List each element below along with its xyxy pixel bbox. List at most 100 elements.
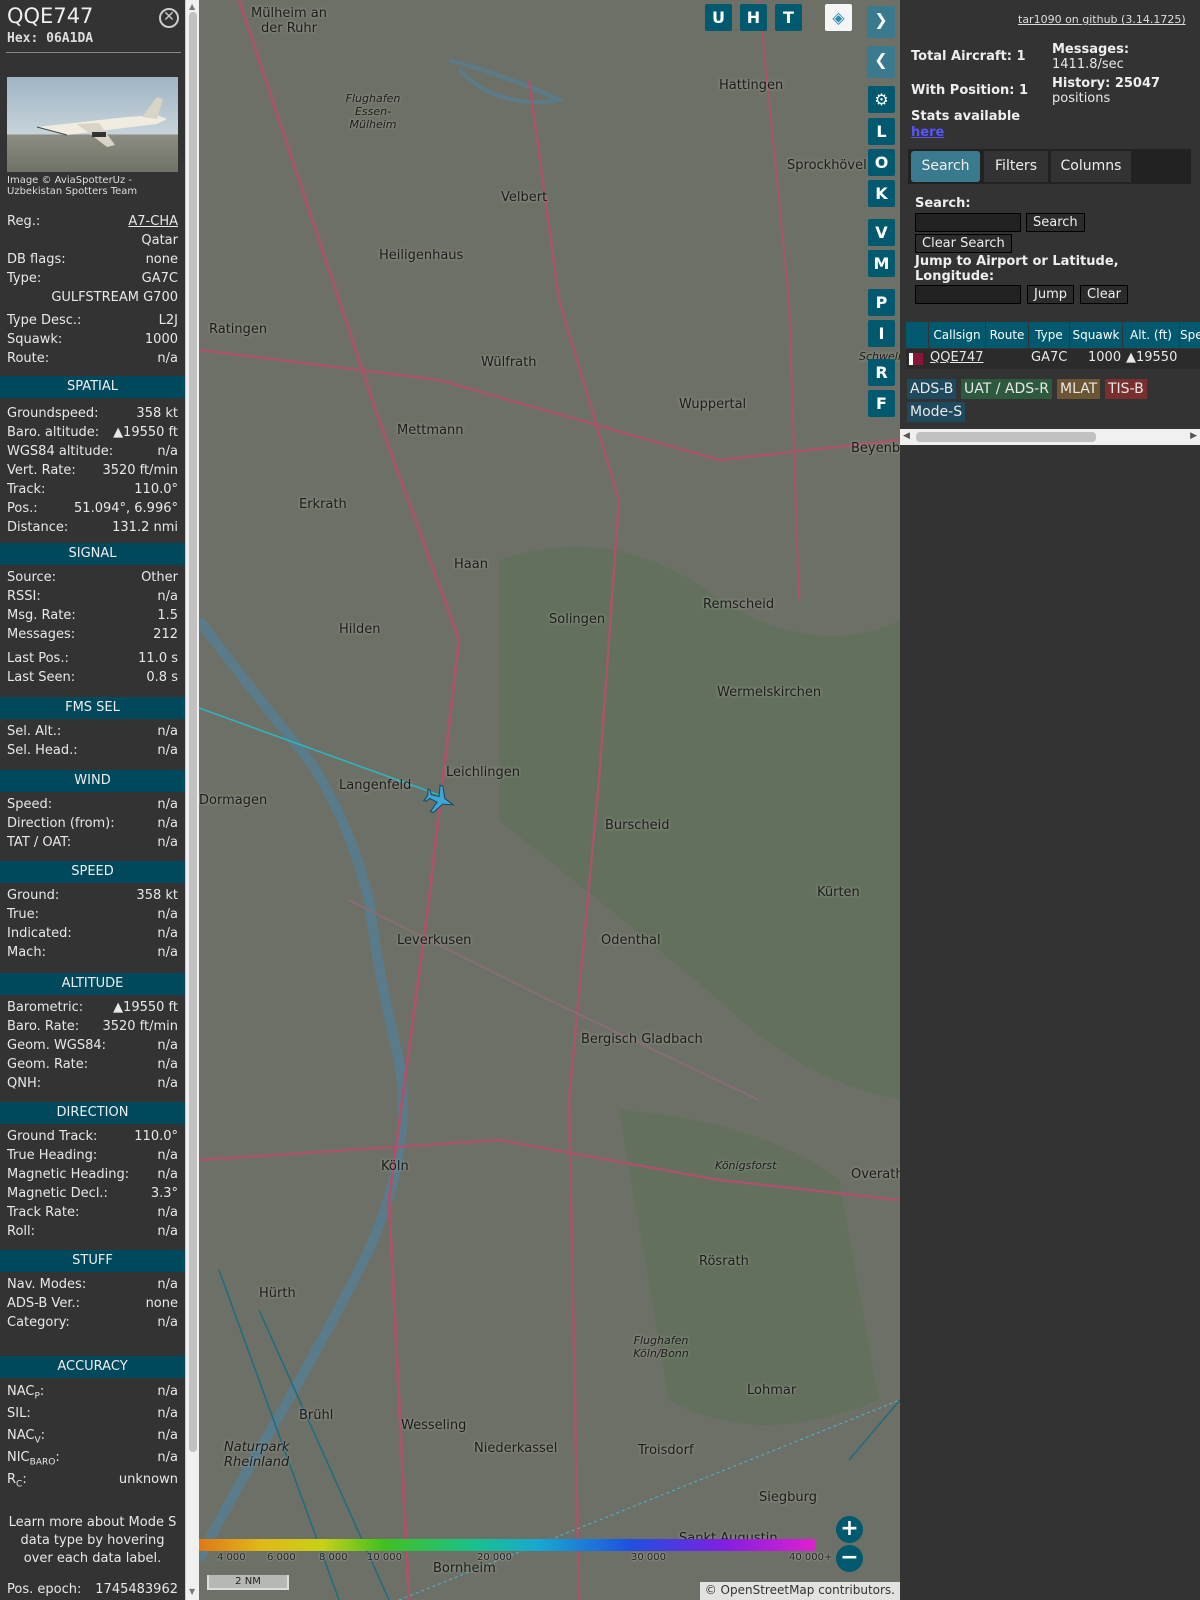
qatar-flag-icon (909, 353, 923, 365)
map-button-o[interactable]: O (868, 149, 895, 176)
history-label: History: 25047 (1052, 76, 1161, 91)
divider (6, 52, 181, 53)
col-callsign[interactable]: Callsign (929, 322, 985, 348)
map-button-h[interactable]: H (740, 4, 767, 31)
wind-row: TAT / OAT: n/a (7, 835, 178, 850)
aircraft-photo[interactable] (7, 77, 178, 172)
total-aircraft: Total Aircraft: 1 (911, 49, 1026, 64)
altitude-scale-tick: 4 000 (217, 1552, 246, 1563)
map-button-u[interactable]: U (705, 4, 732, 31)
aircraft-details-panel: QQE747 ✕ Hex: 06A1DA Image © AviaSpotter… (0, 0, 185, 1600)
fms-row: Sel. Alt.: n/a (7, 724, 178, 739)
spatial-row: Baro. altitude: ▲19550 ft (7, 425, 178, 440)
row-altitude: ▲19550 (1126, 350, 1178, 365)
zoom-in-icon[interactable]: + (836, 1516, 863, 1543)
collapse-left-icon[interactable]: ❮ (867, 46, 895, 78)
map-place-label: Lohmar (747, 1383, 797, 1398)
jump-button[interactable]: Jump (1027, 285, 1074, 304)
stats-here-link[interactable]: here (911, 125, 944, 140)
section-header-altitude[interactable]: ALTITUDE (0, 973, 185, 995)
section-header-accuracy[interactable]: ACCURACY (0, 1356, 185, 1378)
jump-input[interactable] (915, 285, 1021, 304)
map-attribution[interactable]: © OpenStreetMap contributors. (699, 1582, 900, 1600)
direction-row: True Heading: n/a (7, 1148, 178, 1163)
col-altitude[interactable]: Alt. (ft) (1123, 322, 1179, 348)
signal-row: Last Seen: 0.8 s (7, 670, 178, 685)
altitude-scale-tick: 6 000 (267, 1552, 296, 1563)
speed-row: Indicated: n/a (7, 926, 178, 941)
map-place-label: Wuppertal (679, 397, 747, 412)
section-header-stuff[interactable]: STUFF (0, 1250, 185, 1272)
with-position: With Position: 1 (911, 83, 1029, 98)
reg-link[interactable]: A7-CHA (128, 212, 178, 231)
zoom-out-icon[interactable]: − (836, 1545, 863, 1572)
stats-available: Stats available (911, 109, 1021, 124)
settings-gear-icon[interactable]: ⚙ (868, 86, 895, 113)
dbflags-row: DB flags: none (7, 252, 178, 267)
scrollbar-thumb[interactable] (189, 12, 197, 1452)
table-header-flag (906, 322, 928, 348)
map-scale-bar: 2 NM (207, 1575, 289, 1590)
map-place-label: Troisdorf (638, 1443, 694, 1458)
signal-row: Msg. Rate: 1.5 (7, 608, 178, 623)
map-place-label: Königsforst (715, 1159, 777, 1172)
map-button-l[interactable]: L (868, 118, 895, 145)
altitude-row: Barometric: ▲19550 ft (7, 1000, 178, 1015)
map-place-label: Bergisch Gladbach (581, 1032, 703, 1047)
map-place-label: Brühl (299, 1408, 334, 1423)
map-button-r[interactable]: R (868, 359, 895, 386)
map-place-label: Hilden (339, 622, 381, 637)
map-button-t[interactable]: T (775, 4, 802, 31)
tab-search[interactable]: Search (911, 151, 980, 182)
wind-row: Direction (from): n/a (7, 816, 178, 831)
col-type[interactable]: Type (1029, 322, 1069, 348)
tab-filters[interactable]: Filters (984, 151, 1048, 182)
accuracy-row: RC: unknown (7, 1472, 178, 1490)
section-header-signal[interactable]: SIGNAL (0, 543, 185, 565)
map-button-p[interactable]: P (868, 289, 895, 316)
altitude-row: Baro. Rate: 3520 ft/min (7, 1019, 178, 1034)
table-scrollbar[interactable]: ◀ ▶ (900, 429, 1200, 445)
history-value: positions (1052, 91, 1111, 106)
row-callsign[interactable]: QQE747 (930, 350, 984, 365)
callsign-title: QQE747 (7, 4, 94, 28)
altitude-color-scale (199, 1539, 816, 1551)
map-place-label: Kürten (817, 885, 860, 900)
col-speed[interactable]: Spe (1180, 322, 1200, 348)
map-button-f[interactable]: F (868, 390, 895, 417)
tab-columns[interactable]: Columns (1051, 151, 1131, 182)
clear-button[interactable]: Clear (1080, 285, 1128, 304)
close-icon[interactable]: ✕ (159, 8, 179, 28)
map-button-m[interactable]: M (868, 250, 895, 277)
map-place-label: Odenthal (601, 933, 661, 948)
altitude-row: Geom. WGS84: n/a (7, 1038, 178, 1053)
section-header-fms[interactable]: FMS SEL (0, 697, 185, 719)
map-place-label: Leichlingen (446, 765, 520, 780)
section-header-direction[interactable]: DIRECTION (0, 1102, 185, 1124)
section-header-wind[interactable]: WIND (0, 770, 185, 792)
accuracy-row: NACP: n/a (7, 1384, 178, 1402)
map-view[interactable]: Mülheim an der Ruhr Hattingen Sprockhövel V… (199, 0, 900, 1600)
expand-right-icon[interactable]: ❯ (867, 6, 895, 38)
search-input[interactable] (915, 213, 1021, 232)
map-place-label: Köln (381, 1159, 409, 1174)
messages-rate: 1411.8/sec (1052, 57, 1124, 72)
map-button-v[interactable]: V (868, 219, 895, 246)
search-button[interactable]: Search (1026, 213, 1085, 232)
sidebar-scrollbar[interactable]: ▲ ▼ (185, 0, 199, 1600)
map-button-k[interactable]: K (868, 180, 895, 207)
map-place-label: Erkrath (299, 497, 347, 512)
layers-icon[interactable]: ◈ (825, 4, 852, 31)
map-place-label: Hürth (259, 1286, 296, 1301)
map-place-label: Wermelskirchen (717, 685, 822, 700)
map-button-i[interactable]: I (868, 320, 895, 347)
clear-search-button[interactable]: Clear Search (915, 234, 1012, 253)
section-header-speed[interactable]: SPEED (0, 861, 185, 883)
col-squawk[interactable]: Squawk (1070, 322, 1122, 348)
table-row[interactable]: QQE747 GA7C 1000 ▲19550 (906, 349, 1200, 369)
github-link[interactable]: tar1090 on github (3.14.1725) (1018, 13, 1186, 26)
fms-row: Sel. Head.: n/a (7, 743, 178, 758)
col-route[interactable]: Route (986, 322, 1028, 348)
section-header-spatial[interactable]: SPATIAL (0, 376, 185, 398)
map-place-label: Burscheid (605, 818, 670, 833)
